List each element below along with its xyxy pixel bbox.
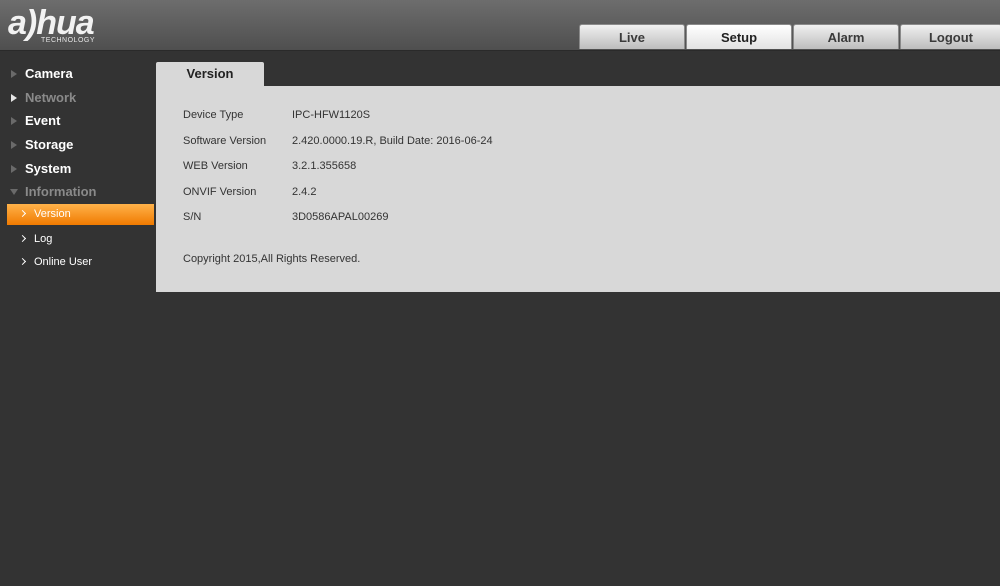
version-info-panel: Device Type IPC-HFW1120S Software Versio… — [156, 86, 1000, 292]
info-value: 3.2.1.355658 — [292, 160, 357, 172]
expand-arrow-icon — [11, 94, 17, 102]
collapse-arrow-icon — [10, 189, 18, 195]
logo-subtext: TECHNOLOGY — [41, 37, 96, 44]
top-header: a)hua TECHNOLOGY Live Setup Alarm Logout — [0, 0, 1000, 51]
chevron-right-icon — [18, 209, 27, 218]
sidebar-item-network[interactable]: Network — [0, 87, 154, 109]
sidebar-item-storage[interactable]: Storage — [0, 134, 154, 156]
chevron-right-icon — [18, 257, 27, 266]
sidebar-subitem-label: Online User — [34, 256, 93, 268]
expand-arrow-icon — [11, 141, 17, 149]
info-key: ONVIF Version — [183, 186, 257, 198]
copyright-text: Copyright 2015,All Rights Reserved. — [183, 253, 361, 265]
sidebar-subitem-online-user[interactable]: Online User — [7, 252, 154, 273]
info-value: IPC-HFW1120S — [292, 109, 371, 121]
sidebar-item-label: Storage — [25, 137, 74, 152]
expand-arrow-icon — [11, 70, 17, 78]
sidebar-item-event[interactable]: Event — [0, 110, 154, 132]
tab-live[interactable]: Live — [579, 24, 685, 49]
sidebar-subitem-version[interactable]: Version — [7, 204, 154, 225]
info-value: 2.4.2 — [292, 186, 317, 198]
sidebar-subitem-label: Log — [34, 233, 53, 245]
sidebar-item-label: Information — [25, 184, 97, 199]
sidebar-item-label: Network — [25, 90, 77, 105]
sidebar-item-system[interactable]: System — [0, 158, 154, 180]
info-key: S/N — [183, 211, 202, 223]
sidebar-subitem-log[interactable]: Log — [7, 229, 154, 250]
info-key: WEB Version — [183, 160, 248, 172]
sidebar-item-information[interactable]: Information — [0, 181, 154, 203]
sidebar-item-label: Camera — [25, 66, 73, 81]
sidebar-item-label: System — [25, 161, 72, 176]
expand-arrow-icon — [11, 117, 17, 125]
panel-tab-version: Version — [156, 62, 264, 86]
info-value: 2.420.0000.19.R, Build Date: 2016-06-24 — [292, 135, 493, 147]
info-key: Software Version — [183, 135, 267, 147]
info-key: Device Type — [183, 109, 244, 121]
chevron-right-icon — [18, 234, 27, 243]
sidebar-subitem-label: Version — [34, 208, 71, 220]
tab-setup[interactable]: Setup — [686, 24, 792, 49]
tab-alarm[interactable]: Alarm — [793, 24, 899, 49]
sidebar-item-camera[interactable]: Camera — [0, 63, 154, 85]
info-value: 3D0586APAL00269 — [292, 211, 389, 223]
dahua-logo: a)hua TECHNOLOGY — [8, 4, 148, 46]
expand-arrow-icon — [11, 165, 17, 173]
sidebar-item-label: Event — [25, 113, 61, 128]
tab-logout[interactable]: Logout — [900, 24, 1000, 49]
